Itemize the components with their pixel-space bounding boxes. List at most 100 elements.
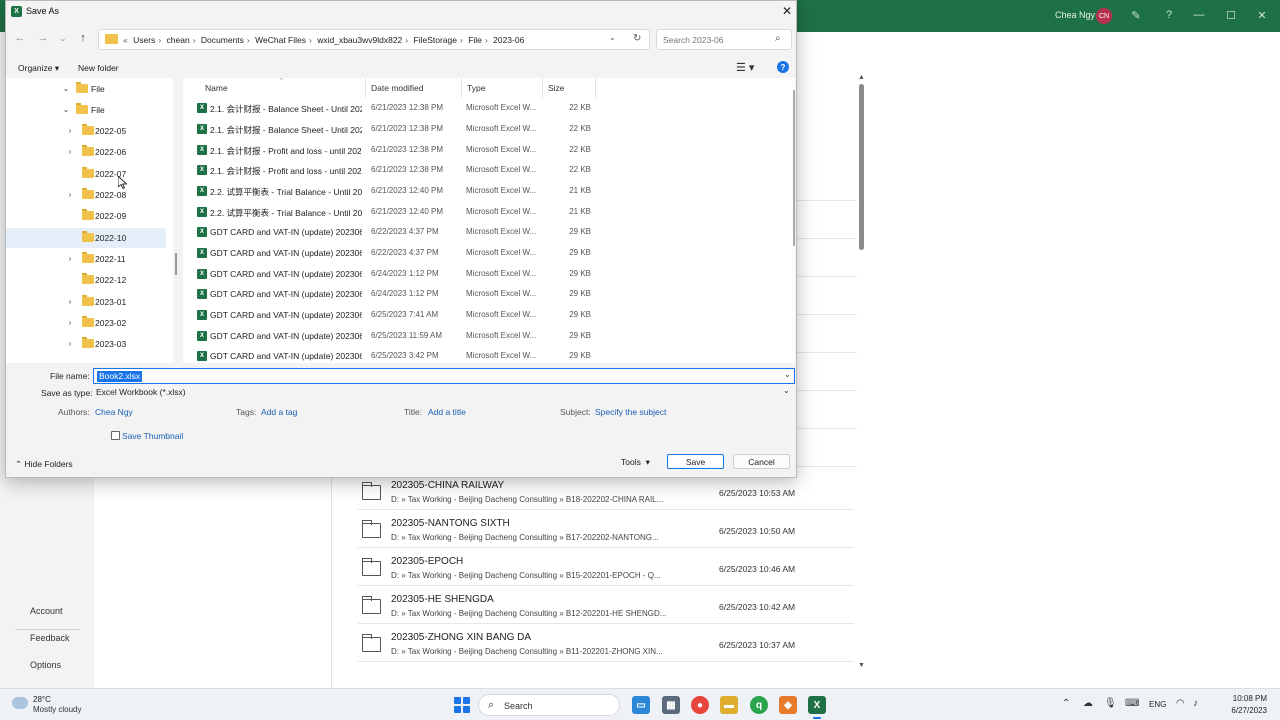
column-header-type[interactable]: Type — [467, 83, 485, 93]
chevron-right-icon[interactable]: › — [65, 297, 75, 306]
weather-desc[interactable]: Mostly cloudy — [33, 705, 81, 714]
search-icon[interactable]: ⌕ — [775, 33, 781, 44]
dialog-titlebar[interactable]: X Save As ✕ — [6, 1, 796, 23]
file-list[interactable]: ^ Name Date modified Type Size X 2.1. 会计… — [183, 78, 795, 363]
pen-icon[interactable]: ✎ — [1129, 9, 1143, 22]
file-row[interactable]: X 2.1. 会计财报 - Profit and loss - until 20… — [183, 140, 773, 160]
scroll-thumb[interactable] — [859, 84, 864, 250]
file-row[interactable]: X 2.1. 会计财报 - Balance Sheet - Until 202.… — [183, 98, 773, 118]
calculator-icon[interactable]: ▦ — [662, 696, 680, 714]
chevron-right-icon[interactable]: › — [65, 126, 75, 135]
tree-item[interactable]: 2022-10 — [6, 228, 166, 248]
chevron-down-icon[interactable]: ⌄ — [61, 105, 71, 114]
navigation-scrollbar[interactable] — [175, 253, 177, 275]
language-indicator[interactable]: ENG — [1149, 700, 1166, 709]
chevron-up-icon[interactable]: ⌃ — [1062, 698, 1070, 709]
tree-item[interactable]: › 2022-06 — [6, 142, 166, 162]
clock-time[interactable]: 10:08 PM — [1217, 694, 1267, 703]
file-row[interactable]: X 2.1. 会计财报 - Profit and loss - until 20… — [183, 160, 773, 180]
forward-arrow-icon[interactable]: → — [36, 32, 50, 44]
column-header-date[interactable]: Date modified — [371, 83, 423, 93]
tree-item[interactable]: › 2022-05 — [6, 121, 166, 141]
options-link[interactable]: Options — [30, 660, 61, 670]
quickbooks-icon[interactable]: q — [750, 696, 768, 714]
breadcrumb-item[interactable]: FileStorage — [414, 35, 457, 45]
column-divider[interactable] — [595, 78, 596, 98]
tree-item[interactable]: › 2023-03 — [6, 334, 166, 354]
tree-item[interactable]: › 2022-11 — [6, 249, 166, 269]
save-type-select[interactable]: Excel Workbook (*.xlsx) ⌄ — [93, 385, 795, 400]
file-name-field[interactable]: Book2.xlsx ⌄ — [93, 368, 795, 384]
file-row[interactable]: X GDT CARD and VAT-IN (update) 20230622.… — [183, 243, 773, 263]
tree-item[interactable]: 2022-07 — [6, 164, 166, 184]
taskbar-search[interactable]: ⌕ Search — [478, 694, 620, 716]
microphone-icon[interactable]: 🎙 — [1104, 698, 1117, 709]
tree-item[interactable]: › 2023-01 — [6, 292, 166, 312]
tools-button[interactable]: Tools ▾ — [621, 457, 650, 468]
user-name[interactable]: Chea Ngy — [1055, 10, 1095, 20]
breadcrumb-item[interactable]: Users — [133, 35, 155, 45]
folder-search[interactable]: ⌕ — [656, 29, 792, 50]
subject-field[interactable]: Specify the subject — [595, 407, 666, 417]
excel-taskbar-icon[interactable]: X — [808, 696, 826, 719]
chevron-down-icon[interactable]: ⌄ — [609, 33, 616, 42]
breadcrumb-item[interactable]: File — [468, 35, 482, 45]
wifi-icon[interactable]: ◠ — [1176, 698, 1185, 709]
volume-icon[interactable]: ♪ — [1193, 698, 1198, 709]
breadcrumb-item[interactable]: WeChat Files — [255, 35, 306, 45]
app-orange-icon[interactable]: ◆ — [779, 696, 797, 714]
chevron-right-icon[interactable]: › — [65, 339, 75, 348]
address-bar[interactable]: « Users › chean › Documents › WeChat Files ›… — [98, 29, 650, 50]
chevron-right-icon[interactable]: › — [65, 318, 75, 327]
file-row[interactable]: X GDT CARD and VAT-IN (update) 20230624.… — [183, 264, 773, 284]
start-button[interactable] — [454, 697, 470, 713]
file-row[interactable]: X GDT CARD and VAT-IN (update) 20230622.… — [183, 222, 773, 242]
file-name-value[interactable]: Book2.xlsx — [97, 371, 143, 382]
column-divider[interactable] — [461, 78, 462, 98]
column-header-name[interactable]: Name — [205, 83, 228, 93]
maximize-icon[interactable]: ☐ — [1224, 9, 1238, 22]
breadcrumb-item[interactable]: Documents — [201, 35, 244, 45]
authors-field[interactable]: Chea Ngy — [95, 407, 133, 417]
feedback-link[interactable]: Feedback — [30, 633, 70, 643]
scroll-down-icon[interactable]: ▼ — [858, 662, 865, 669]
onedrive-icon[interactable]: ☁ — [1083, 698, 1093, 709]
file-explorer-icon[interactable]: ▬ — [720, 696, 738, 714]
chevron-down-icon[interactable]: ⌄ — [783, 386, 790, 395]
column-divider[interactable] — [542, 78, 543, 98]
cancel-button[interactable]: Cancel — [733, 454, 790, 469]
file-row[interactable]: X GDT CARD and VAT-IN (update) 20230625.… — [183, 346, 773, 363]
close-icon[interactable]: ✕ — [1255, 9, 1269, 22]
breadcrumb[interactable]: « Users › chean › Documents › WeChat Files ›… — [123, 35, 527, 45]
file-row[interactable]: X 2.2. 试算平衡表 - Trial Balance - Until 202… — [183, 202, 773, 222]
chrome-icon[interactable]: ● — [691, 696, 709, 714]
avatar[interactable]: CN — [1096, 8, 1112, 24]
weather-temp[interactable]: 28°C — [33, 695, 51, 704]
title-field[interactable]: Add a title — [428, 407, 466, 417]
tree-item[interactable]: ⌄ File — [6, 100, 166, 120]
clock-date[interactable]: 6/27/2023 — [1209, 706, 1267, 715]
save-thumbnail-label[interactable]: Save Thumbnail — [122, 431, 183, 441]
file-row[interactable]: X GDT CARD and VAT-IN (update) 20230625.… — [183, 305, 773, 325]
navigation-pane[interactable]: ⌄ File ⌄ File › 2022-05 › 2022-06 2022-0… — [6, 78, 173, 363]
tree-item[interactable]: 2022-12 — [6, 270, 166, 290]
chevron-right-icon[interactable]: › — [65, 147, 75, 156]
save-thumbnail-checkbox[interactable] — [111, 431, 120, 440]
column-divider[interactable] — [365, 78, 366, 98]
cloud-icon[interactable] — [12, 697, 28, 709]
breadcrumb-item[interactable]: wxid_xbau3wv9ldx822 — [317, 35, 402, 45]
tree-item[interactable]: 2022-09 — [6, 206, 166, 226]
backstage-scrollbar[interactable]: ▲ ▼ — [857, 74, 867, 672]
minimize-icon[interactable]: — — [1192, 9, 1206, 21]
file-row[interactable]: X GDT CARD and VAT-IN (update) 20230625.… — [183, 326, 773, 346]
file-row[interactable]: X 2.1. 会计财报 - Balance Sheet - Until 202.… — [183, 119, 773, 139]
chevron-right-icon[interactable]: › — [65, 190, 75, 199]
organize-button[interactable]: Organize ▾ — [18, 63, 59, 74]
scroll-up-icon[interactable]: ▲ — [858, 74, 865, 81]
up-arrow-icon[interactable]: ↑ — [76, 32, 90, 44]
back-arrow-icon[interactable]: ← — [13, 32, 27, 44]
tree-item[interactable]: ⌄ File — [6, 79, 166, 99]
file-list-scrollbar[interactable] — [793, 90, 795, 246]
view-options-icon[interactable]: ☰ ▾ — [736, 61, 754, 74]
file-row[interactable]: X GDT CARD and VAT-IN (update) 20230624.… — [183, 284, 773, 304]
